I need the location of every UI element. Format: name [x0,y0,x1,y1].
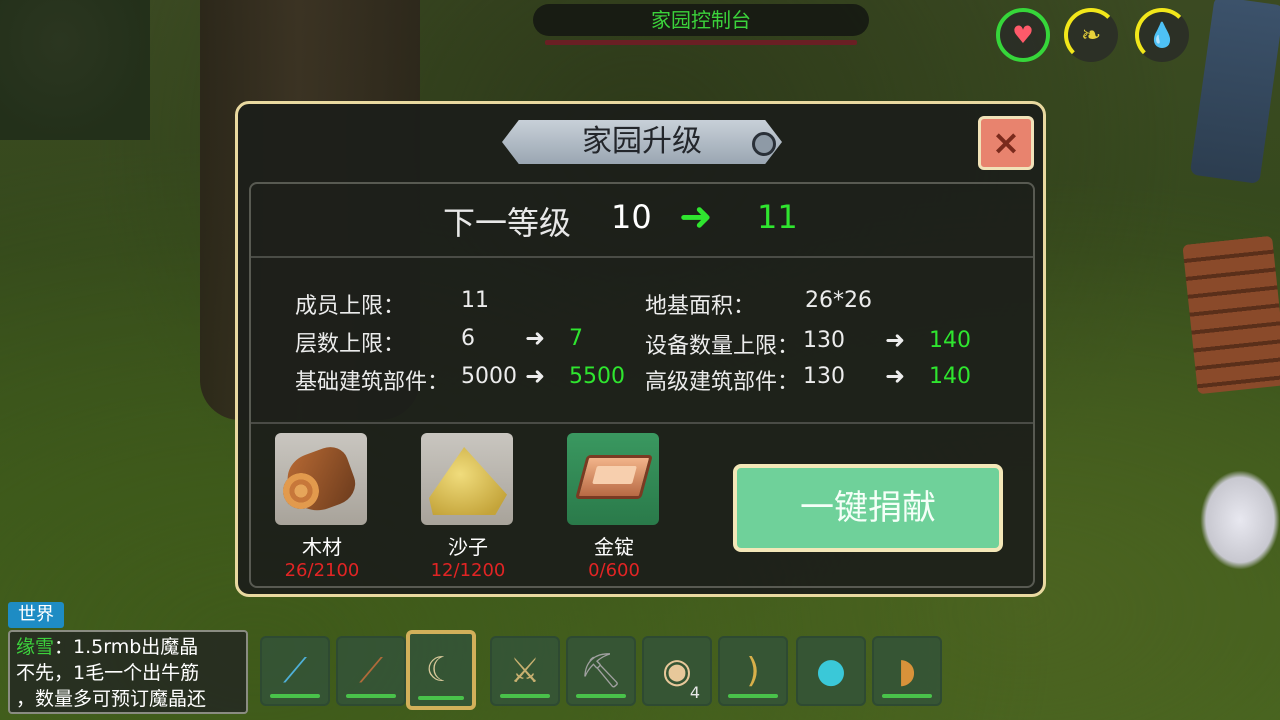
crystal-spear-icon: ⟋ [283,651,307,691]
hotbar-slot[interactable]: ⟋ [260,636,330,706]
floor-limit-current: 6 [461,326,475,351]
advanced-parts-arrow-icon: ➜ [885,362,906,390]
resource-wood: 木材 26/2100 [275,433,369,581]
hunger-icon: ❧ [1064,8,1118,62]
basic-parts-arrow-icon: ➜ [525,362,546,390]
chat-message-text: ：1.5rmb出魔晶 [54,636,199,658]
water-pouch-icon: ◗ [898,651,916,691]
divider [251,256,1033,258]
resource-name: 木材 [302,535,342,559]
chat-message-line: 缘雪：1.5rmb出魔晶 [16,634,240,660]
resource-count: 0/600 [588,560,640,581]
health-heart-icon: ♥ [996,8,1050,62]
member-limit-label: 成员上限： [295,294,406,319]
donate-all-button[interactable]: 一键捐献 [733,464,1003,552]
advanced-parts-current: 130 [803,364,845,389]
close-button[interactable]: × [978,116,1034,170]
floor-limit-label: 层数上限： [295,332,406,357]
dialog-title: 家园升级 [502,120,782,164]
wooden-club-icon: ⟋ [359,651,383,691]
foundation-area-value: 26*26 [805,288,872,313]
home-upgrade-dialog: 家园升级 × 下一等级 10 ➜ 11 成员上限： 11 层数上限： 6 ➜ 7… [235,101,1046,597]
hotbar-slot-selected[interactable]: ☾ [406,630,476,710]
control-health-bar [545,40,857,45]
water-drop-icon: 💧 [1135,8,1189,62]
device-limit-label: 设备数量上限： [645,334,800,359]
foundation-area-label: 地基面积： [645,294,756,319]
item-count: 4 [689,683,700,702]
basic-parts-label: 基础建筑部件： [295,370,450,395]
battle-axe-icon: ⚔ [509,651,541,691]
hotbar-slot[interactable]: ◗ [872,636,942,706]
resource-sand: 沙子 12/1200 [421,433,515,581]
resource-name: 沙子 [448,535,488,559]
divider [251,422,1033,424]
background-sheep [1200,470,1280,570]
hotbar-slot[interactable]: ● [796,636,866,706]
dark-orb-icon: ● [816,651,846,691]
banner-swirl-right-icon [752,132,776,156]
chat-sender: 缘雪 [16,636,55,658]
steamed-buns-icon: ◉ [662,651,692,691]
bow-icon: ) [746,651,760,691]
wood-log-icon [275,433,367,525]
hotbar-slot[interactable]: ⟋ [336,636,406,706]
basic-parts-next: 5500 [569,364,625,389]
advanced-parts-label: 高级建筑部件： [645,370,800,395]
chat-message-line: 不先，1毛一个出牛筋 [16,662,200,684]
background-totem [1189,0,1280,184]
advanced-parts-next: 140 [929,364,971,389]
resource-count: 12/1200 [430,560,506,581]
resource-name: 金锭 [594,535,634,559]
hotbar-slot[interactable]: ◉ 4 [642,636,712,706]
next-level-label: 下一等级 [443,204,572,242]
device-arrow-icon: ➜ [885,326,906,354]
hotbar-slot[interactable]: ⛏ [566,636,636,706]
pickaxe-icon: ⛏ [579,651,623,691]
resource-gold: 金锭 0/600 [567,433,661,581]
floor-limit-next: 7 [569,326,583,351]
chat-tab-world[interactable]: 世界 [8,602,64,628]
background-crate [1182,235,1280,395]
sand-pile-icon [421,433,513,525]
hotbar-slot[interactable]: ⚔ [490,636,560,706]
level-arrow-icon: ➜ [679,194,713,240]
curved-blade-icon: ☾ [425,650,457,690]
background-foliage [0,0,150,140]
gold-ingot-icon [567,433,659,525]
hotbar-slot[interactable]: ) [718,636,788,706]
basic-parts-current: 5000 [461,364,517,389]
chat-message-line: ，数量多可预订魔晶还 [16,688,207,710]
home-control-title: 家园控制台 [533,4,869,36]
device-limit-current: 130 [803,328,845,353]
device-limit-next: 140 [929,328,971,353]
next-level-value: 11 [757,198,798,236]
member-limit-value: 11 [461,288,489,313]
chat-box[interactable]: 缘雪：1.5rmb出魔晶 不先，1毛一个出牛筋 ，数量多可预订魔晶还 [8,630,248,714]
floor-arrow-icon: ➜ [525,324,546,352]
resource-count: 26/2100 [284,560,360,581]
current-level-value: 10 [611,198,652,236]
